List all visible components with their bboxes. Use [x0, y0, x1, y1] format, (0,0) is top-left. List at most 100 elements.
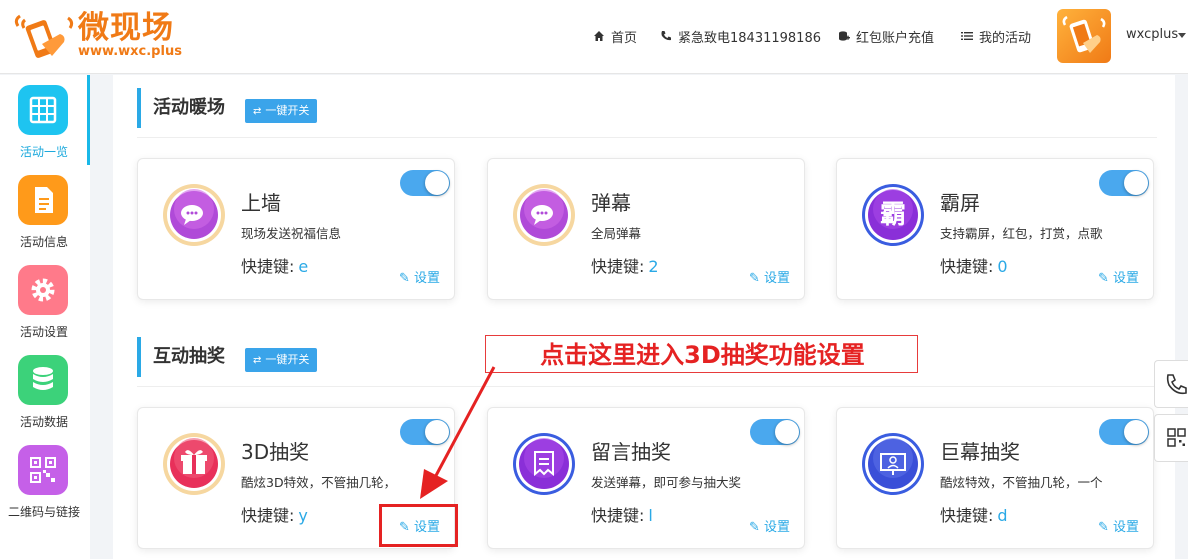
shortcut-key: y: [298, 506, 308, 525]
sidebar-item-label: 二维码与链接: [7, 505, 80, 519]
recharge-icon: [839, 31, 850, 41]
section-title-lottery: 互动抽奖: [137, 337, 225, 377]
settings-button[interactable]: ✎ 设置: [749, 516, 790, 535]
card-title: 弹幕: [591, 191, 631, 215]
activity-card-bapin[interactable]: 霸 霸屏 支持霸屏，红包，打赏，点歌 快捷键: 0 ✎ 设置: [836, 158, 1154, 300]
sidebar-item-label: 活动一览: [19, 145, 68, 159]
settings-button[interactable]: ✎ 设置: [1098, 267, 1139, 286]
sidebar: 活动一览 活动信息 活动设置 活动数据 二维码与链接: [0, 75, 90, 559]
toggle-switch[interactable]: [750, 419, 800, 445]
shortcut-key: l: [648, 506, 653, 525]
card-shortcut: 快捷键: l: [591, 502, 653, 526]
activity-card-wall[interactable]: 上墙 现场发送祝福信息 快捷键: e ✎ 设置: [137, 158, 455, 300]
top-header: 微现场 www.wxc.plus 首页 紧急致电18431198186 红包账户…: [0, 0, 1188, 74]
pencil-icon: ✎: [748, 520, 764, 535]
settings-button[interactable]: ✎ 设置: [749, 267, 790, 286]
activity-card-danmaku[interactable]: 弹幕 全局弹幕 快捷键: 2 ✎ 设置: [487, 158, 805, 300]
main-panel: 活动暖场 ⇄ 一键开关 上墙 现场发送祝福信息 快捷键: e ✎ 设置 弹幕 全局弹…: [113, 75, 1175, 559]
settings-button[interactable]: ✎ 设置: [1098, 516, 1139, 535]
shortcut-key: 0: [997, 257, 1008, 276]
toggle-knob: [1124, 171, 1148, 195]
sidebar-item-label: 活动设置: [19, 325, 68, 339]
float-qrcode-button[interactable]: [1154, 414, 1188, 462]
nav-home[interactable]: 首页: [593, 26, 637, 46]
activity-card-big-screen-lottery[interactable]: 巨幕抽奖 酷炫特效，不管抽几轮，一个 快捷键: d ✎ 设置: [836, 407, 1154, 549]
chevron-down-icon[interactable]: [1178, 33, 1186, 38]
pencil-icon: ✎: [1097, 520, 1113, 535]
shortcut-label: 快捷键:: [940, 506, 994, 525]
card-desc: 酷炫3D特效，不管抽几轮，: [241, 475, 397, 490]
big-screen-icon: [862, 433, 924, 495]
card-shortcut: 快捷键: e: [241, 253, 308, 277]
qrcode-icon: [18, 445, 68, 495]
shortcut-label: 快捷键:: [241, 506, 295, 525]
sidebar-item-label: 活动数据: [19, 415, 68, 429]
settings-label: 设置: [763, 520, 790, 535]
divider: [137, 386, 1157, 387]
card-title: 上墙: [241, 191, 281, 215]
message-note-icon: [513, 433, 575, 495]
username[interactable]: wxcplus: [1126, 27, 1178, 42]
card-desc: 支持霸屏，红包，打赏，点歌: [940, 226, 1103, 241]
list-icon: [961, 32, 973, 40]
one-key-label: 一键开关: [265, 353, 310, 366]
sidebar-item-info[interactable]: 活动信息: [0, 165, 90, 255]
sidebar-item-data[interactable]: 活动数据: [0, 345, 90, 435]
logo-title: 微现场: [78, 10, 174, 46]
toggle-switch[interactable]: [1099, 419, 1149, 445]
nav-recharge[interactable]: 红包账户充值: [838, 26, 934, 46]
shortcut-label: 快捷键:: [940, 257, 994, 276]
annotation-text: 点击这里进入3D抽奖功能设置: [540, 341, 865, 369]
gift-icon: [163, 433, 225, 495]
pencil-icon: ✎: [748, 271, 764, 286]
toggle-switch[interactable]: [1099, 170, 1149, 196]
gear-icon: [18, 265, 68, 315]
one-key-toggle-button[interactable]: ⇄ 一键开关: [245, 99, 318, 123]
document-icon: [18, 175, 68, 225]
divider: [137, 137, 1157, 138]
shortcut-label: 快捷键:: [591, 257, 645, 276]
float-phone-button[interactable]: [1154, 360, 1188, 408]
nav-my-activity-label: 我的活动: [979, 30, 1032, 46]
sidebar-item-label: 活动信息: [19, 235, 68, 249]
annotation-highlight-box: [379, 504, 458, 547]
nav-emergency-call[interactable]: 紧急致电18431198186: [660, 26, 821, 46]
card-desc: 发送弹幕，即可参与抽大奖: [591, 475, 742, 490]
home-icon: [594, 31, 604, 41]
one-key-label: 一键开关: [265, 104, 310, 117]
avatar-phone-icon: [1062, 15, 1106, 53]
card-shortcut: 快捷键: y: [241, 502, 308, 526]
gutter: [90, 75, 113, 559]
phone-icon: [661, 31, 671, 41]
logo-url: www.wxc.plus: [78, 44, 182, 59]
shortcut-label: 快捷键:: [241, 257, 295, 276]
settings-label: 设置: [763, 271, 790, 286]
settings-button[interactable]: ✎ 设置: [399, 267, 440, 286]
settings-label: 设置: [1112, 271, 1139, 286]
chat-bubble-icon: [513, 184, 575, 246]
card-desc: 酷炫特效，不管抽几轮，一个: [940, 475, 1103, 490]
card-title: 巨幕抽奖: [940, 440, 1020, 464]
card-desc: 现场发送祝福信息: [241, 226, 342, 241]
activity-card-message-lottery[interactable]: 留言抽奖 发送弹幕，即可参与抽大奖 快捷键: l ✎ 设置: [487, 407, 805, 549]
shortcut-key: e: [298, 257, 309, 276]
sidebar-item-qrcode[interactable]: 二维码与链接: [0, 435, 90, 525]
annotation-arrow: [420, 366, 496, 499]
card-title: 留言抽奖: [591, 440, 671, 464]
switch-icon: ⇄: [253, 355, 262, 366]
shortcut-label: 快捷键:: [591, 506, 645, 525]
nav-my-activity[interactable]: 我的活动: [961, 26, 1031, 46]
nav-home-label: 首页: [611, 30, 638, 46]
phone-icon: [1166, 374, 1187, 395]
pencil-icon: ✎: [398, 271, 414, 286]
logo[interactable]: 微现场 www.wxc.plus: [12, 8, 202, 64]
one-key-toggle-button[interactable]: ⇄ 一键开关: [245, 348, 318, 372]
sidebar-item-settings[interactable]: 活动设置: [0, 255, 90, 345]
card-desc: 全局弹幕: [591, 226, 642, 241]
card-shortcut: 快捷键: d: [940, 502, 1008, 526]
toggle-switch[interactable]: [400, 170, 450, 196]
avatar[interactable]: [1057, 9, 1111, 63]
annotation-callout: 点击这里进入3D抽奖功能设置: [485, 335, 918, 373]
sidebar-item-overview[interactable]: 活动一览: [0, 75, 90, 165]
switch-icon: ⇄: [253, 106, 262, 117]
